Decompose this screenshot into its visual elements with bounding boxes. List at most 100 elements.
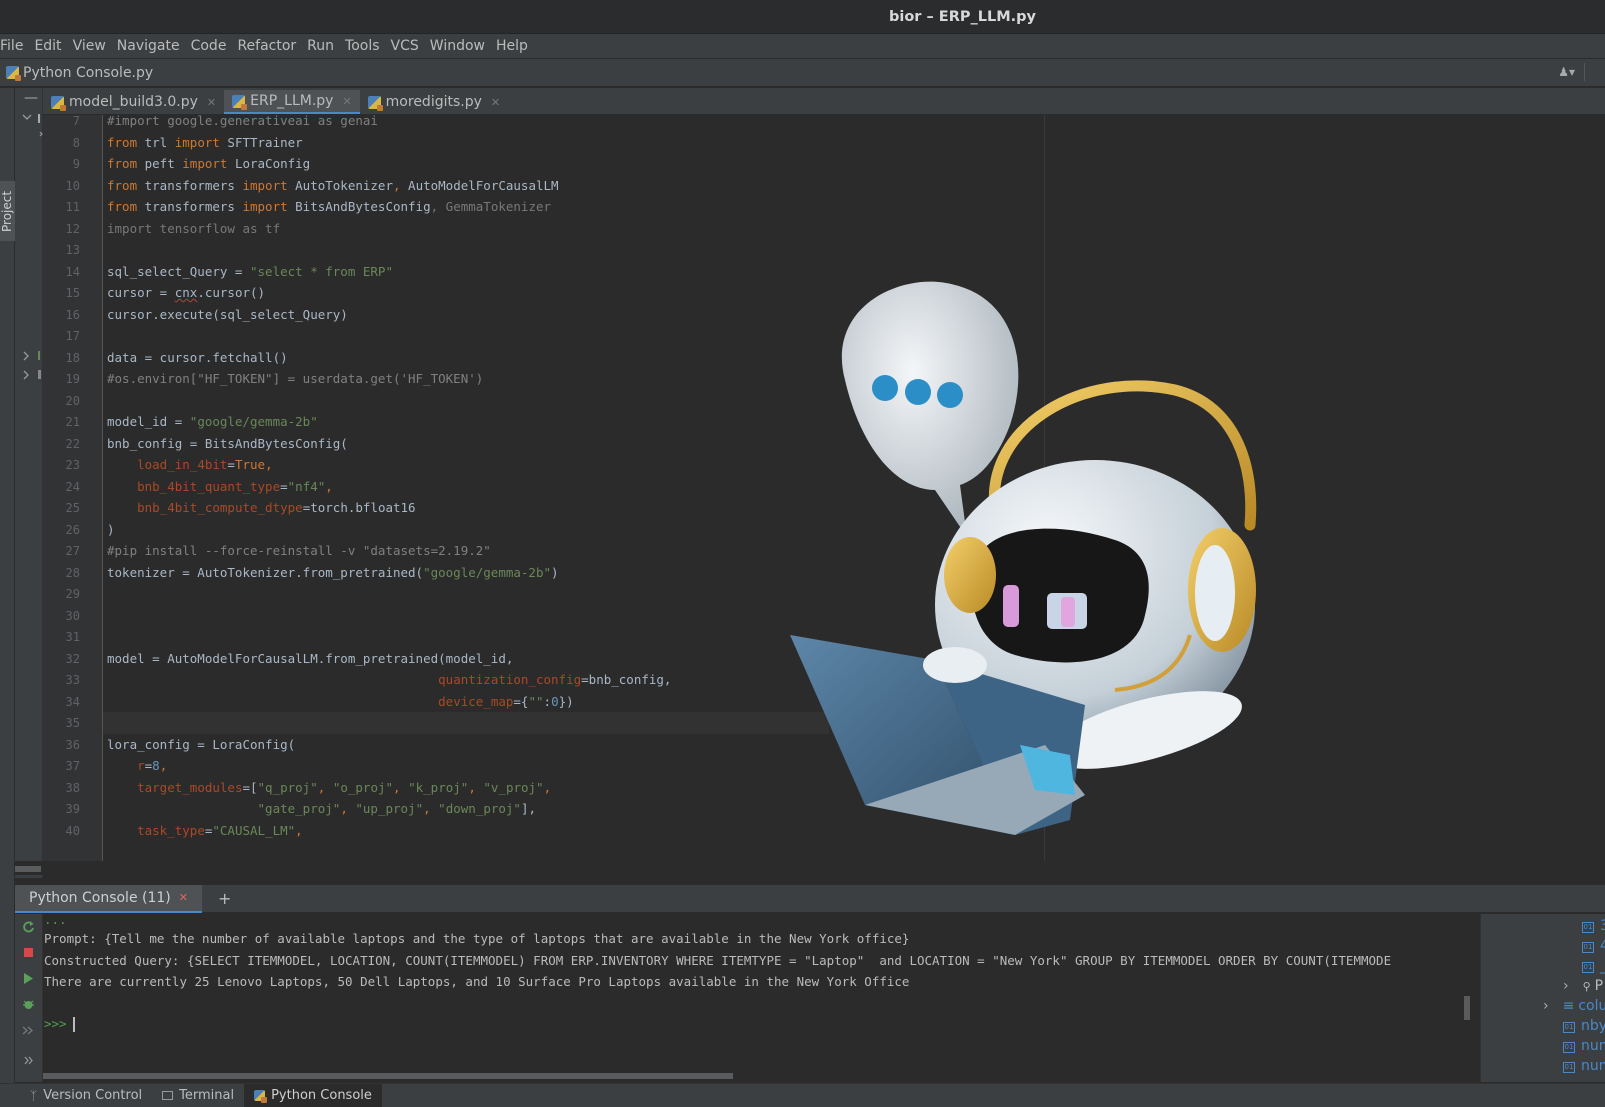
line-number: 38: [65, 780, 80, 795]
line-number: 17: [65, 329, 80, 343]
menu-code[interactable]: Code: [191, 38, 234, 54]
vcs-icon: ᛉ: [30, 1088, 38, 1103]
close-icon[interactable]: ✕: [342, 95, 351, 108]
line-number: 11: [65, 200, 80, 214]
menu-tools[interactable]: Tools: [345, 38, 387, 54]
line-number: 33: [65, 673, 80, 687]
code-line-11: from transformers import BitsAndBytesCon…: [107, 199, 552, 214]
terminal-icon: [162, 1091, 174, 1100]
code-line-10: from transformers import AutoTokenizer, …: [107, 177, 559, 193]
project-tool-button[interactable]: Project: [0, 181, 15, 241]
line-number: 25: [65, 501, 80, 515]
code-line-39: "gate_proj", "up_proj", "down_proj"],: [257, 801, 537, 816]
python-file-icon: [232, 94, 248, 110]
variable-item[interactable]: 01nbyt: [1563, 1018, 1605, 1034]
line-number: 16: [65, 307, 80, 322]
variable-item[interactable]: 01num: [1563, 1058, 1605, 1074]
breadcrumb-file[interactable]: Python Console.py: [23, 65, 153, 81]
menu-file[interactable]: File: [0, 38, 30, 54]
line-number: 40: [65, 823, 80, 838]
code-line-28: tokenizer = AutoTokenizer.from_pretraine…: [107, 564, 559, 580]
user-icon[interactable]: ♟▾: [1558, 65, 1575, 79]
variable-item[interactable]: 01num: [1563, 1038, 1605, 1054]
python-console-button[interactable]: Python Console: [244, 1083, 382, 1107]
console-tab-label: Python Console (11): [29, 889, 171, 906]
close-icon[interactable]: ✕: [207, 96, 216, 109]
menu-vcs[interactable]: VCS: [391, 38, 426, 54]
menu-edit[interactable]: Edit: [34, 38, 68, 54]
code-line-14: sql_select_Query = "select * from ERP": [107, 263, 393, 279]
tab-python-console[interactable]: Python Console (11) ✕: [15, 884, 202, 913]
line-number: 30: [65, 608, 80, 623]
code-line-32: model = AutoModelForCausalLM.from_pretra…: [107, 650, 514, 666]
menu-help[interactable]: Help: [496, 38, 535, 54]
python-file-icon: [367, 95, 383, 111]
line-number: 8: [72, 135, 80, 150]
console-vertical-scrollbar[interactable]: [1462, 914, 1472, 1082]
code-line-18: data = cursor.fetchall(): [107, 349, 288, 365]
line-number: 13: [65, 243, 80, 257]
line-number: 29: [65, 587, 80, 601]
menu-view[interactable]: View: [73, 38, 113, 54]
version-control-button[interactable]: ᛉ Version Control: [20, 1084, 152, 1107]
python-console-output[interactable]: ... Prompt: {Tell me the number of avail…: [43, 914, 1473, 1082]
tab-erp-llm[interactable]: ERP_LLM.py ✕: [224, 90, 360, 114]
python-console-icon: [254, 1090, 268, 1103]
line-number: 21: [65, 415, 80, 429]
editor-tab-bar: model_build3.0.py ✕ ERP_LLM.py ✕ moredig…: [43, 88, 1605, 114]
tab-moredigits[interactable]: moredigits.py ✕: [360, 90, 508, 114]
line-number: 24: [65, 479, 80, 494]
code-line-27: #pip install --force-reinstall -v "datas…: [107, 543, 491, 558]
console-horizontal-scrollbar[interactable]: [43, 1073, 733, 1079]
code-line-7: #import google.generativeai as genai: [107, 115, 378, 128]
rerun-icon[interactable]: [22, 920, 35, 933]
code-line-36: lora_config = LoraConfig(: [107, 736, 296, 752]
menu-navigate[interactable]: Navigate: [117, 38, 187, 54]
console-prompt-line: Prompt: {Tell me the number of available…: [44, 931, 910, 946]
variable-item[interactable]: 013: [1582, 918, 1605, 934]
console-toolbar: [15, 914, 43, 1082]
menu-bar: File Edit View Navigate Code Refactor Ru…: [0, 34, 1605, 58]
close-icon[interactable]: ✕: [491, 96, 500, 109]
tab-label: moredigits.py: [385, 94, 482, 110]
code-line-15: cursor = cnx.cursor(): [107, 285, 266, 300]
code-line-40: task_type="CAUSAL_LM",: [137, 822, 303, 838]
variables-panel: 013 014 01_ ›⚲P ›≡colu 01nbyt 01num 01nu…: [1480, 914, 1605, 1082]
code-line-34: device_map={"":0}): [438, 693, 574, 709]
line-number: 12: [65, 221, 80, 236]
variable-group[interactable]: › ⚲ P: [1563, 978, 1603, 994]
console-input-prompt: >>>: [44, 1016, 67, 1031]
execute-history-icon[interactable]: [22, 1024, 35, 1037]
console-continuation: ...: [44, 914, 67, 927]
code-line-21: model_id = "google/gemma-2b": [107, 414, 318, 429]
menu-run[interactable]: Run: [307, 38, 341, 54]
line-number: 31: [65, 630, 80, 644]
line-number: 39: [65, 802, 80, 816]
code-line-26: ): [107, 521, 115, 537]
stop-icon[interactable]: [22, 946, 35, 959]
console-input-line[interactable]: >>>: [44, 1016, 75, 1032]
tab-model-build[interactable]: model_build3.0.py ✕: [43, 90, 224, 114]
code-line-19: #os.environ["HF_TOKEN"] = userdata.get('…: [107, 371, 484, 386]
line-number: 14: [65, 264, 80, 279]
variable-item[interactable]: 01_: [1582, 958, 1605, 974]
console-answer-line: There are currently 25 Lenovo Laptops, 5…: [44, 974, 910, 989]
line-number: 26: [65, 522, 80, 537]
debug-icon[interactable]: [22, 998, 35, 1011]
menu-refactor[interactable]: Refactor: [237, 38, 303, 54]
scrollbar-thumb[interactable]: [1464, 996, 1470, 1020]
terminal-button[interactable]: Terminal: [152, 1084, 244, 1107]
run-icon[interactable]: [22, 972, 35, 985]
editor-horizontal-scrollbar[interactable]: [15, 861, 1605, 875]
chevron-right-icon[interactable]: [22, 1054, 35, 1067]
tab-label: model_build3.0.py: [69, 94, 198, 110]
variable-item[interactable]: 014: [1582, 938, 1605, 954]
plus-icon[interactable]: +: [218, 889, 231, 908]
scrollbar-thumb[interactable]: [15, 866, 41, 872]
code-line-37: r=8,: [137, 758, 168, 773]
minimize-icon[interactable]: —: [24, 90, 38, 106]
line-number: 7: [72, 115, 80, 128]
menu-window[interactable]: Window: [430, 38, 492, 54]
close-icon[interactable]: ✕: [179, 891, 188, 904]
variable-group[interactable]: › ≡ colu: [1543, 998, 1605, 1014]
